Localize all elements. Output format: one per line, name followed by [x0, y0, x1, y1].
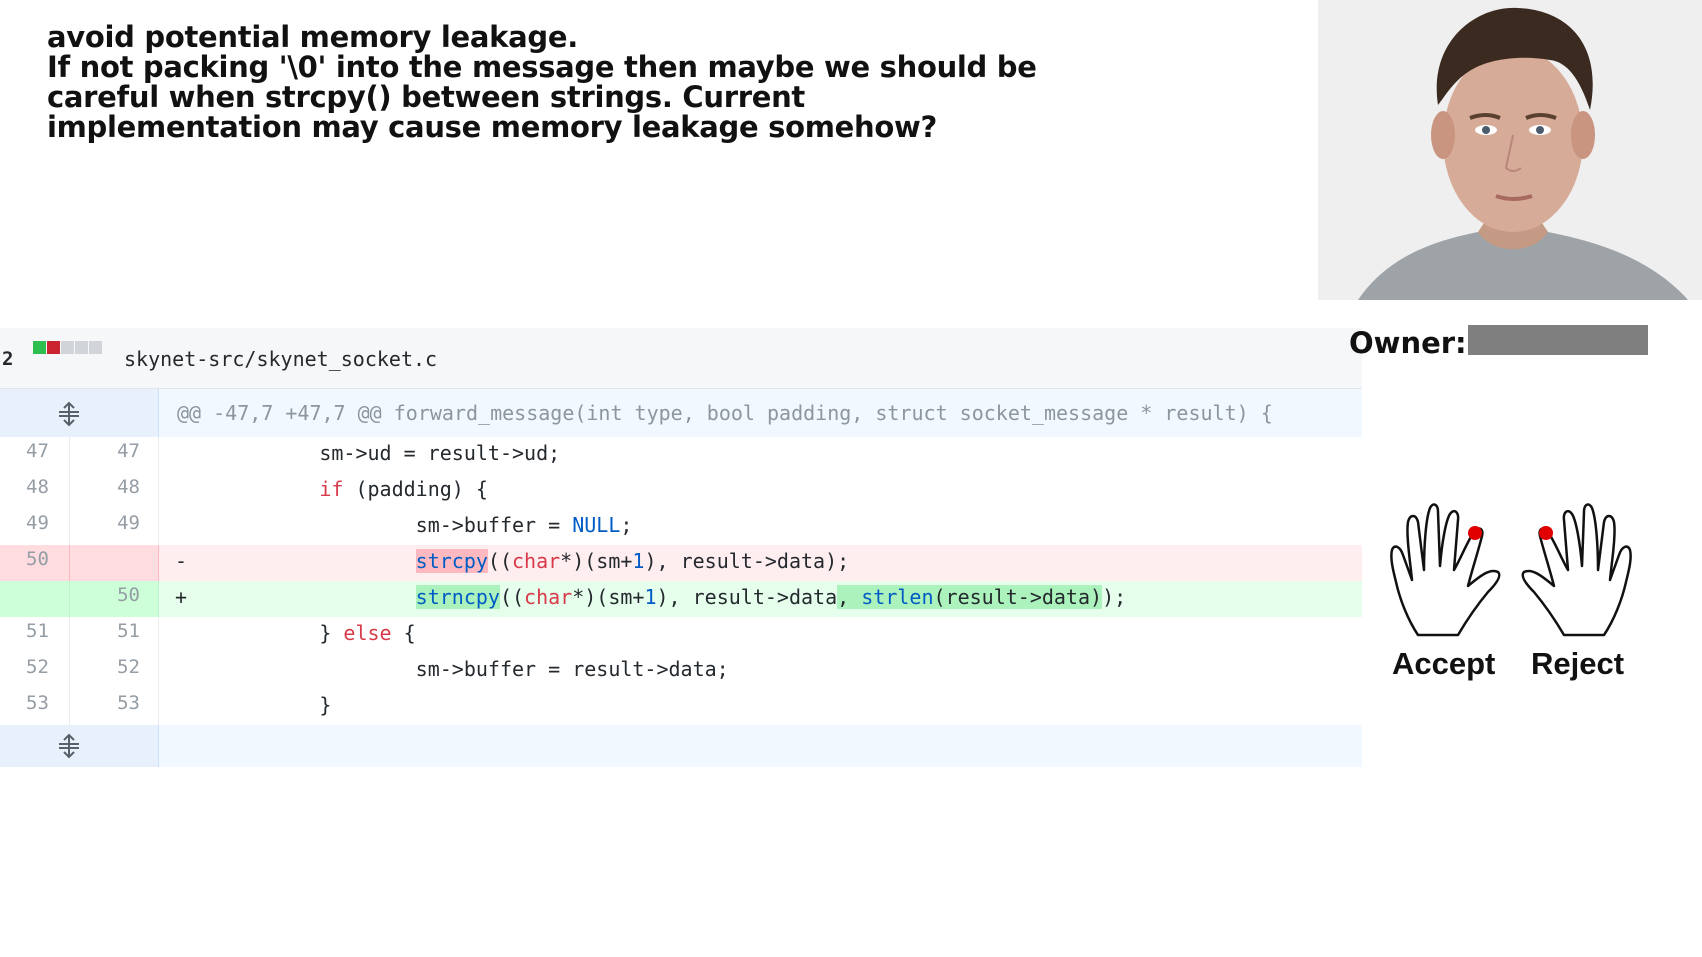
code-line: if (padding) {: [319, 477, 488, 501]
diffstat-block: [33, 341, 46, 354]
diff-line: 47 47 sm->ud = result->ud;: [0, 437, 1362, 473]
reviewer-portrait: [1318, 0, 1702, 300]
diff-table: @@ -47,7 +47,7 @@ forward_message(int ty…: [0, 389, 1362, 767]
diff-line-deleted: 50 - strcpy((char*)(sm+1), result->data)…: [0, 545, 1362, 581]
review-comment: avoid potential memory leakage. If not p…: [47, 20, 1037, 144]
new-line-number[interactable]: [70, 545, 159, 581]
old-line-number[interactable]: [0, 581, 70, 617]
code-line: sm->buffer = NULL;: [223, 513, 633, 537]
code-line: } else {: [223, 621, 416, 645]
expand-down-button[interactable]: [0, 725, 159, 767]
diffstat-block: [47, 341, 60, 354]
new-line-number[interactable]: 51: [70, 617, 159, 653]
hunk-header-row: @@ -47,7 +47,7 @@ forward_message(int ty…: [0, 389, 1362, 437]
number: 1: [632, 549, 645, 573]
hunk-header: @@ -47,7 +47,7 @@ forward_message(int ty…: [159, 389, 1362, 437]
diff-line: 53 53 }: [0, 689, 1362, 725]
unfold-icon[interactable]: [56, 733, 82, 759]
new-line-number[interactable]: 49: [70, 509, 159, 545]
diffstat-block: [89, 341, 102, 354]
finger-dot: [1468, 526, 1482, 540]
keyword: char: [524, 585, 573, 609]
removed-token: strcpy: [415, 549, 488, 573]
diffstat-block: [75, 341, 88, 354]
reject-label[interactable]: Reject: [1531, 646, 1624, 682]
comment-line: careful when strcpy() between strings. C…: [47, 80, 805, 114]
owner-redacted: [1468, 325, 1648, 355]
comment-line: avoid potential memory leakage.: [47, 20, 578, 54]
old-line-number[interactable]: 47: [0, 437, 70, 473]
owner-label: Owner:: [1349, 326, 1467, 360]
diff-marker: -: [175, 549, 188, 573]
new-line-number[interactable]: 50: [70, 581, 159, 617]
comment-line: If not packing '\0' into the message the…: [47, 50, 1037, 84]
new-line-number[interactable]: 52: [70, 653, 159, 689]
diffstat-bar: [33, 341, 102, 354]
hand-icon[interactable]: [1388, 500, 1506, 640]
old-line-number[interactable]: 52: [0, 653, 70, 689]
added-token: , strlen(result->data): [837, 585, 1103, 609]
keyword: else: [343, 621, 392, 645]
portrait-image: [1318, 0, 1702, 300]
expand-up-button[interactable]: [0, 389, 159, 437]
number: 1: [644, 585, 657, 609]
file-change-count: 2: [2, 348, 14, 370]
code-text: sm->ud = result->ud;: [319, 441, 561, 465]
diff-line: 51 51 } else {: [0, 617, 1362, 653]
file-path[interactable]: skynet-src/skynet_socket.c: [124, 347, 437, 371]
diffstat-block: [61, 341, 74, 354]
constant: NULL: [572, 513, 621, 537]
keyword: if: [319, 477, 344, 501]
old-line-number[interactable]: 50: [0, 545, 70, 581]
hunk-footer-row: [0, 725, 1362, 767]
hand-icon[interactable]: [1516, 500, 1634, 640]
diff-line: 52 52 sm->buffer = result->data;: [0, 653, 1362, 689]
old-line-number[interactable]: 53: [0, 689, 70, 725]
diff-line-added: 50 + strncpy((char*)(sm+1), result->data…: [0, 581, 1362, 617]
code-line: - strcpy((char*)(sm+1), result->data);: [159, 545, 1362, 581]
hunk-footer: [159, 725, 1362, 767]
diff-file-header: 2 skynet-src/skynet_socket.c: [0, 328, 1362, 389]
old-line-number[interactable]: 48: [0, 473, 70, 509]
diff-line: 49 49 sm->buffer = NULL;: [0, 509, 1362, 545]
old-line-number[interactable]: 51: [0, 617, 70, 653]
diff-marker: +: [175, 585, 188, 609]
unfold-icon[interactable]: [56, 401, 82, 427]
comment-line: implementation may cause memory leakage …: [47, 110, 938, 144]
keyword: char: [512, 549, 561, 573]
diff-line: 48 48 if (padding) {: [0, 473, 1362, 509]
new-line-number[interactable]: 47: [70, 437, 159, 473]
accept-label[interactable]: Accept: [1392, 646, 1495, 682]
new-line-number[interactable]: 53: [70, 689, 159, 725]
added-token: strncpy: [415, 585, 500, 609]
code-line: + strncpy((char*)(sm+1), result->data, s…: [159, 581, 1362, 617]
new-line-number[interactable]: 48: [70, 473, 159, 509]
old-line-number[interactable]: 49: [0, 509, 70, 545]
finger-dot: [1539, 526, 1553, 540]
code-line: sm->ud = result->ud;: [159, 437, 1362, 473]
code-line: sm->buffer = result->data;: [223, 657, 729, 681]
code-line: }: [223, 693, 332, 717]
